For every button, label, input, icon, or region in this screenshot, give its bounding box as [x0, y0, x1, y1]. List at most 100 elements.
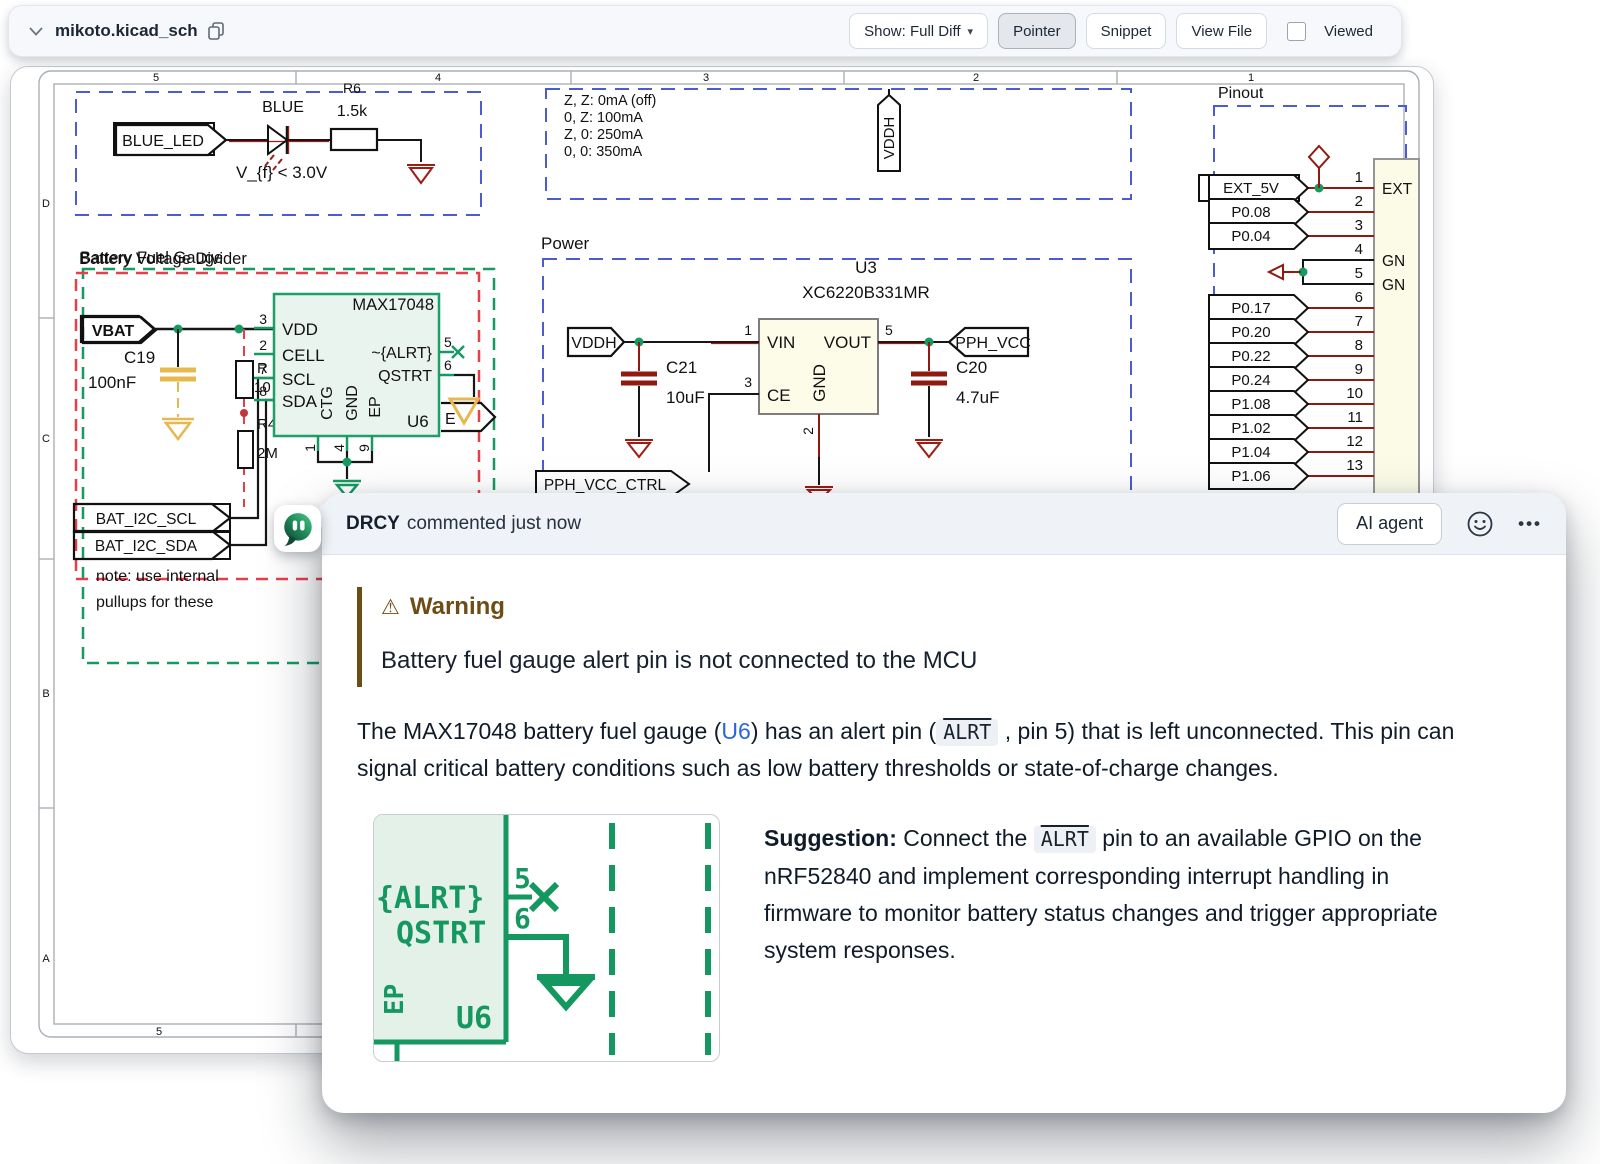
led-resistor-symbol: [329, 127, 379, 152]
led-resistor-ref: R6: [343, 80, 361, 96]
review-comment-card: DRCY commented just now AI agent ••• ⚠ W…: [322, 493, 1566, 1113]
pinout-section: Pinout EXT GN GN 1 2 3 4 5 6 7 8 9 10 11…: [1198, 85, 1420, 497]
svg-text:9: 9: [356, 444, 372, 452]
net-label-bat-i2c-scl: BAT_I2C_SCL: [96, 511, 197, 528]
ground-symbol: [407, 164, 435, 185]
svg-text:VDDH: VDDH: [881, 117, 898, 160]
warning-callout: ⚠ Warning Battery fuel gauge alert pin i…: [357, 587, 1526, 687]
svg-text:C20: C20: [956, 358, 987, 377]
svg-text:2M: 2M: [257, 445, 278, 462]
svg-text:4: 4: [331, 444, 347, 452]
svg-text:GN: GN: [1382, 253, 1405, 270]
more-options-icon[interactable]: •••: [1518, 514, 1542, 534]
snippet-button[interactable]: Snippet: [1085, 13, 1167, 49]
pullup-note-line2: pullups for these: [96, 594, 214, 611]
alrt-code-chip: ALRT: [1033, 826, 1096, 853]
svg-text:VIN: VIN: [767, 333, 795, 352]
svg-text:3: 3: [1355, 217, 1363, 234]
net-label-blue-led: BLUE_LED: [122, 133, 204, 150]
pin-stubs: [1308, 187, 1374, 477]
svg-text:EXT: EXT: [1382, 181, 1413, 198]
svg-text:7: 7: [259, 361, 267, 377]
svg-text:E: E: [445, 411, 456, 428]
snippet-u6-ref: U6: [456, 1001, 492, 1036]
svg-text:5: 5: [156, 1026, 162, 1038]
svg-text:4: 4: [435, 72, 441, 84]
svg-text:10: 10: [1346, 385, 1363, 402]
net-label-vbat: VBAT: [92, 323, 135, 340]
svg-text:1: 1: [1355, 169, 1363, 186]
svg-text:5: 5: [885, 322, 893, 338]
svg-text:7: 7: [1355, 313, 1363, 330]
u6-link[interactable]: U6: [721, 718, 750, 744]
svg-text:5: 5: [1355, 265, 1363, 282]
c19-capacitor: [160, 329, 196, 442]
connector-body: [1373, 158, 1420, 497]
svg-text:EP: EP: [367, 396, 384, 417]
led-name: BLUE: [262, 99, 304, 116]
viewed-checkbox[interactable]: [1287, 21, 1307, 41]
power-flag-diamond: [1307, 144, 1331, 170]
c20-capacitor: [911, 342, 947, 459]
svg-text:P0.20: P0.20: [1231, 324, 1270, 341]
snippet-ground-symbol: [538, 980, 594, 1012]
u3-ref: U3: [855, 258, 877, 277]
warning-text: Battery fuel gauge alert pin is not conn…: [381, 647, 978, 674]
svg-text:3: 3: [703, 72, 709, 84]
svg-text:4: 4: [1355, 241, 1363, 258]
svg-text:9: 9: [1355, 361, 1363, 378]
svg-text:B: B: [42, 688, 49, 700]
svg-text:1: 1: [744, 322, 752, 338]
svg-text:Z, Z: 0mA (off): Z, Z: 0mA (off): [564, 93, 656, 109]
svg-text:11: 11: [1347, 409, 1363, 426]
svg-text:5: 5: [514, 862, 531, 895]
comment-paragraph: The MAX17048 battery fuel gauge (U6) has…: [357, 713, 1462, 786]
snippet-qstrt-pin: QSTRT: [396, 916, 486, 951]
svg-text:8: 8: [1355, 337, 1363, 354]
svg-text:6: 6: [444, 357, 452, 373]
svg-text:1: 1: [302, 444, 318, 452]
ai-agent-button[interactable]: AI agent: [1337, 502, 1443, 545]
file-header-bar: mikoto.kicad_sch Show: Full Diff ▾ Point…: [8, 5, 1402, 57]
show-diff-dropdown[interactable]: Show: Full Diff ▾: [849, 13, 989, 49]
comment-meta: commented just now: [406, 512, 582, 534]
copy-icon[interactable]: [207, 22, 225, 40]
max17048-ic: MAX17048 3 2 7 8 VDD CELL SCL SDA ~{ALRT…: [254, 292, 497, 499]
svg-text:C21: C21: [666, 358, 697, 377]
c21-capacitor: [621, 342, 657, 459]
max17048-part: MAX17048: [352, 296, 434, 314]
ai-agent-label: AI agent: [1356, 513, 1424, 533]
svg-text:A: A: [42, 953, 50, 965]
svg-text:2: 2: [1355, 193, 1363, 210]
led-resistor-value: 1.5k: [337, 103, 368, 120]
svg-text:GND: GND: [810, 364, 829, 402]
svg-text:8: 8: [259, 383, 267, 399]
view-file-button[interactable]: View File: [1176, 13, 1268, 49]
net-label-pph-vcc-ctrl: PPH_VCC_CTRL: [544, 477, 667, 494]
svg-text:3: 3: [259, 311, 267, 327]
chevron-down-icon[interactable]: [29, 26, 43, 36]
comment-body: ⚠ Warning Battery fuel gauge alert pin i…: [322, 555, 1566, 1062]
current-modes-section: Z, Z: 0mA (off) 0, Z: 100mA Z, 0: 250mA …: [545, 88, 1132, 200]
caret-down-icon: ▾: [967, 25, 974, 38]
pointer-button[interactable]: Pointer: [998, 13, 1076, 49]
svg-text:0, 0: 350mA: 0, 0: 350mA: [564, 144, 643, 160]
led-vf-note: V_{f} < 3.0V: [236, 163, 328, 182]
show-diff-label: Show: Full Diff: [864, 22, 961, 40]
no-connect-x: [528, 881, 560, 913]
power-section: Power U3 XC6220B331MR VIN VOUT CE GND 1 …: [535, 234, 1132, 504]
svg-text:SCL: SCL: [282, 370, 315, 389]
emoji-reaction-icon[interactable]: [1466, 510, 1494, 538]
snippet-label: Snippet: [1100, 22, 1152, 40]
svg-text:5: 5: [444, 334, 452, 350]
file-name: mikoto.kicad_sch: [55, 21, 198, 40]
pointer-label: Pointer: [1013, 22, 1061, 40]
svg-text:5: 5: [153, 72, 159, 84]
svg-text:GN: GN: [1382, 277, 1405, 294]
svg-text:EXT_5V: EXT_5V: [1223, 180, 1279, 197]
svg-text:6: 6: [1355, 289, 1363, 306]
svg-text:CTG: CTG: [319, 386, 336, 420]
svg-text:D: D: [42, 198, 50, 210]
pinout-title: Pinout: [1218, 85, 1264, 102]
svg-text:Z, 0: 250mA: Z, 0: 250mA: [564, 127, 643, 143]
